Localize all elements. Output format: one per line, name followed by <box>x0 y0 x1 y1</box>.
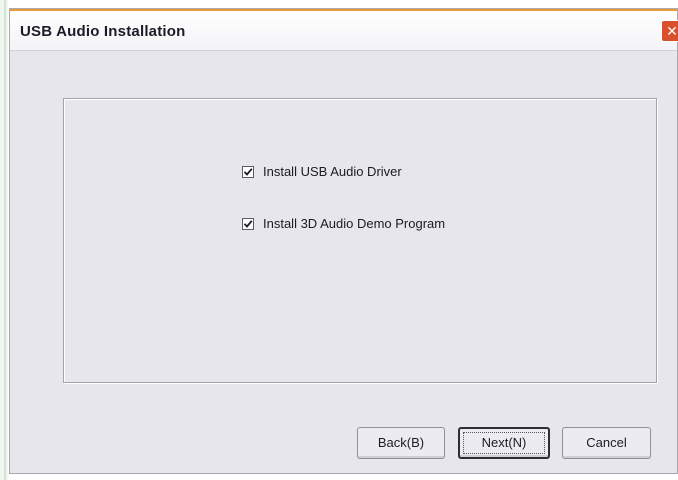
demo-option-label: Install 3D Audio Demo Program <box>263 216 446 231</box>
driver-checkbox[interactable] <box>242 165 254 178</box>
back-button[interactable]: Back(B) <box>357 427 445 459</box>
options-panel: Install USB Audio Driver Install 3D Audi… <box>63 98 657 383</box>
installer-dialog: USB Audio Installation ✕ Install USB Aud… <box>9 8 678 474</box>
window-title: USB Audio Installation <box>20 23 186 40</box>
next-button-label: Next(N) <box>481 435 527 450</box>
demo-checkbox[interactable] <box>242 217 254 230</box>
close-icon: ✕ <box>666 23 678 39</box>
title-accent-line <box>10 9 677 11</box>
back-button-label: Back(B) <box>377 435 425 450</box>
title-bar[interactable]: USB Audio Installation ✕ <box>10 9 678 51</box>
screen: USB Audio Installation ✕ Install USB Aud… <box>0 0 678 480</box>
driver-option-label: Install USB Audio Driver <box>263 164 402 179</box>
option-install-driver[interactable]: Install USB Audio Driver <box>242 164 402 179</box>
checkmark-icon <box>243 219 253 228</box>
background-edge <box>0 0 8 480</box>
checkmark-icon <box>243 167 253 176</box>
edge-line <box>4 0 6 480</box>
next-button[interactable]: Next(N) <box>458 427 550 459</box>
option-install-demo[interactable]: Install 3D Audio Demo Program <box>242 216 445 231</box>
cancel-button[interactable]: Cancel <box>562 427 651 459</box>
cancel-button-label: Cancel <box>586 435 627 450</box>
close-button[interactable]: ✕ <box>661 20 678 42</box>
